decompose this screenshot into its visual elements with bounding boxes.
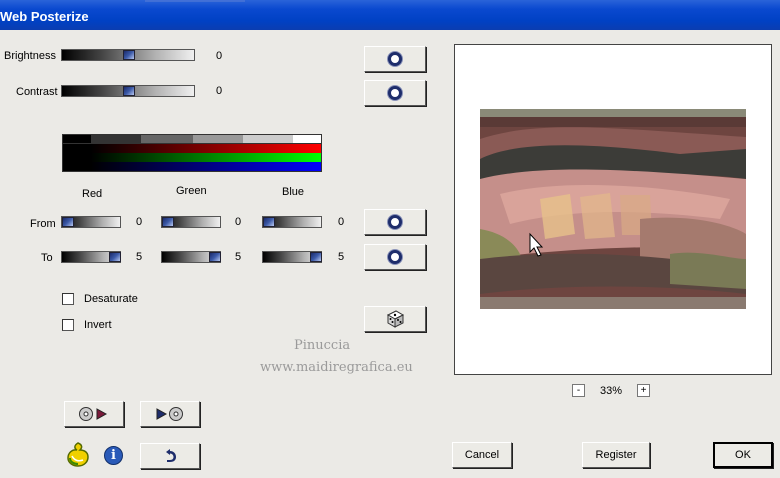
green-header: Green bbox=[176, 185, 207, 197]
contrast-value: 0 bbox=[216, 85, 223, 97]
blue-from-slider[interactable] bbox=[262, 216, 322, 228]
blue-header: Blue bbox=[282, 186, 305, 198]
contrast-label: Contrast bbox=[16, 86, 58, 98]
blue-to-slider[interactable] bbox=[262, 251, 322, 263]
blue-from-value: 0 bbox=[338, 216, 345, 228]
zoom-out-button[interactable]: - bbox=[572, 384, 585, 397]
zoom-in-button[interactable]: + bbox=[637, 384, 650, 397]
palette-strip bbox=[62, 134, 322, 172]
play-to-disk-icon bbox=[156, 407, 183, 421]
preview-image bbox=[480, 109, 746, 309]
randomize-button[interactable] bbox=[364, 306, 426, 332]
green-to-value: 5 bbox=[235, 251, 242, 263]
green-to-thumb[interactable] bbox=[209, 252, 221, 262]
red-from-value: 0 bbox=[136, 216, 143, 228]
watermark-name: Pinuccia bbox=[294, 338, 351, 353]
ok-button[interactable]: OK bbox=[713, 442, 773, 468]
flaming-pear-logo[interactable] bbox=[64, 440, 92, 468]
blue-from-thumb[interactable] bbox=[263, 217, 275, 227]
to-reset-button[interactable] bbox=[364, 244, 426, 270]
load-preset-button[interactable] bbox=[64, 401, 124, 427]
brightness-value: 0 bbox=[216, 50, 223, 62]
red-to-slider[interactable] bbox=[61, 251, 121, 263]
green-from-value: 0 bbox=[235, 216, 242, 228]
red-to-thumb[interactable] bbox=[109, 252, 121, 262]
undo-arrow-icon bbox=[166, 449, 176, 462]
blue-to-thumb[interactable] bbox=[310, 252, 322, 262]
watermark-url: www.maidiregrafica.eu bbox=[260, 360, 413, 375]
dice-icon bbox=[386, 310, 405, 328]
green-to-slider[interactable] bbox=[161, 251, 221, 263]
disk-to-play-icon bbox=[79, 407, 108, 421]
red-header: Red bbox=[82, 188, 103, 200]
zoom-level: 33% bbox=[600, 385, 623, 397]
green-from-thumb[interactable] bbox=[162, 217, 174, 227]
blue-to-value: 5 bbox=[338, 251, 345, 263]
reset-ring-icon bbox=[388, 215, 402, 229]
undo-button[interactable] bbox=[140, 443, 200, 469]
from-label: From bbox=[30, 218, 56, 230]
cancel-button[interactable]: Cancel bbox=[452, 442, 512, 468]
from-reset-button[interactable] bbox=[364, 209, 426, 235]
brightness-reset-button[interactable] bbox=[364, 46, 426, 72]
background-window-sliver bbox=[145, 0, 245, 2]
red-from-thumb[interactable] bbox=[62, 217, 74, 227]
to-label: To bbox=[41, 252, 53, 264]
contrast-reset-button[interactable] bbox=[364, 80, 426, 106]
desaturate-checkbox[interactable] bbox=[62, 293, 74, 305]
desaturate-label: Desaturate bbox=[84, 293, 138, 305]
invert-label: Invert bbox=[84, 319, 112, 331]
contrast-slider[interactable] bbox=[61, 85, 195, 97]
window-title: Web Posterize bbox=[0, 9, 89, 24]
brightness-slider[interactable] bbox=[61, 49, 195, 61]
reset-ring-icon bbox=[388, 250, 402, 264]
register-button[interactable]: Register bbox=[582, 442, 650, 468]
reset-ring-icon bbox=[388, 86, 402, 100]
contrast-slider-thumb[interactable] bbox=[123, 86, 135, 96]
brightness-label: Brightness bbox=[4, 50, 56, 62]
info-icon[interactable]: i bbox=[104, 446, 123, 465]
reset-ring-icon bbox=[388, 52, 402, 66]
preview-panel[interactable] bbox=[454, 44, 772, 375]
red-to-value: 5 bbox=[136, 251, 143, 263]
save-preset-button[interactable] bbox=[140, 401, 200, 427]
brightness-slider-thumb[interactable] bbox=[123, 50, 135, 60]
invert-checkbox[interactable] bbox=[62, 319, 74, 331]
title-bar[interactable]: Web Posterize bbox=[0, 0, 780, 30]
green-from-slider[interactable] bbox=[161, 216, 221, 228]
red-from-slider[interactable] bbox=[61, 216, 121, 228]
